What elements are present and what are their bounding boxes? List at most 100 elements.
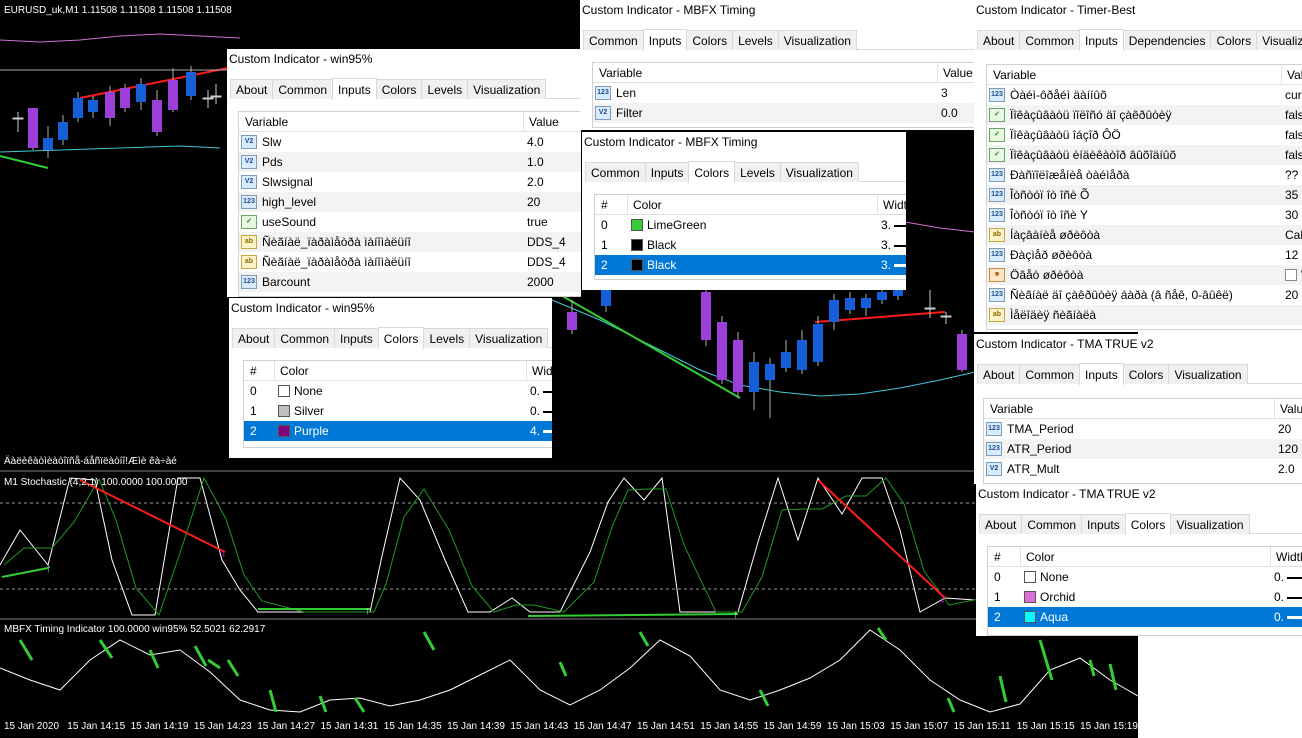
win95-colors-dialog[interactable]: Custom Indicator - win95% About Common Inpu… bbox=[229, 298, 552, 458]
value-cell[interactable]: Calibri bbox=[1285, 225, 1302, 245]
tab-visualization[interactable]: Visualization bbox=[1168, 364, 1248, 384]
grid-row[interactable]: ✓ Ïîêàçûâàòü èíäèêàòîð âûõîäíûõ false bbox=[987, 145, 1302, 165]
property-grid[interactable]: Variable Value 123 TMA_Period 20 123 ATR_Perio… bbox=[983, 398, 1302, 484]
tab-inputs[interactable]: Inputs bbox=[644, 162, 690, 182]
column-header[interactable]: # bbox=[601, 195, 625, 215]
grid-row[interactable]: V2 Filter 0.0 bbox=[593, 103, 974, 123]
value-cell[interactable]: 2000 bbox=[527, 272, 581, 292]
variable-value[interactable]: DDS_4 bbox=[527, 255, 566, 269]
value-cell[interactable]: false bbox=[1285, 145, 1302, 165]
tab-colors[interactable]: Colors bbox=[1210, 30, 1258, 50]
color-cell[interactable]: Purple bbox=[278, 421, 524, 441]
color-cell[interactable]: Black bbox=[631, 235, 875, 255]
stoch-trendline-green[interactable] bbox=[1, 567, 49, 578]
grid-row[interactable]: 123 Barcount 2000 bbox=[239, 272, 581, 292]
tab-visualization[interactable]: Visualization bbox=[779, 162, 859, 182]
value-cell[interactable]: 120 bbox=[1278, 439, 1302, 459]
grid-row[interactable]: 0 LimeGreen 3. bbox=[595, 215, 906, 235]
tab-inputs[interactable]: Inputs bbox=[334, 328, 379, 348]
tab-about[interactable]: About bbox=[977, 30, 1021, 50]
width-cell[interactable]: 0. bbox=[1274, 567, 1302, 587]
variable-value[interactable]: 30 bbox=[1285, 208, 1298, 222]
color-cell[interactable]: Black bbox=[631, 255, 875, 275]
value-cell[interactable]: DDS_4 bbox=[527, 252, 581, 272]
grid-row[interactable]: ✓ useSound true bbox=[239, 212, 581, 232]
value-cell[interactable]: 30 bbox=[1285, 205, 1302, 225]
column-header[interactable]: Value bbox=[1280, 399, 1302, 419]
width-cell[interactable]: 0. bbox=[1274, 587, 1302, 607]
tab-colors[interactable]: Colors bbox=[688, 161, 736, 183]
color-cell[interactable]: Silver bbox=[278, 401, 524, 421]
column-header[interactable]: Color bbox=[633, 195, 875, 215]
variable-value[interactable]: false bbox=[1285, 128, 1302, 142]
variable-value[interactable]: 2000 bbox=[527, 275, 554, 289]
variable-value[interactable]: 2.0 bbox=[1278, 462, 1295, 476]
variable-value[interactable]: 20 bbox=[1285, 288, 1298, 302]
grid-row[interactable]: V2 Slwsignal 2.0 bbox=[239, 172, 581, 192]
grid-row[interactable]: 123 Ðàñïîëîæåíèå òàéìåðà ?? ?? bbox=[987, 165, 1302, 185]
value-cell[interactable]: 3 bbox=[941, 83, 974, 103]
grid-row[interactable]: V2 Slw 4.0 bbox=[239, 132, 581, 152]
mbfx-colors-dialog[interactable]: Custom Indicator - MBFX Timing Common Inpu… bbox=[582, 132, 906, 290]
value-cell[interactable]: ?? ?? bbox=[1285, 165, 1302, 185]
grid-row[interactable]: ✓ Ïîêàçûâàòü îáçîð ÔÖ false bbox=[987, 125, 1302, 145]
grid-row[interactable]: ab Ñèãíàë_ïàðàìåòðà ìàíîìàëüíî DDS_4 bbox=[239, 252, 581, 272]
stoch-trendline-green[interactable] bbox=[527, 613, 739, 617]
grid-row[interactable]: 123 TMA_Period 20 bbox=[984, 419, 1302, 439]
width-cell[interactable]: 3. bbox=[881, 215, 906, 235]
tab-about[interactable]: About bbox=[977, 364, 1021, 384]
property-grid[interactable]: # Color Width 0 LimeGreen 3. 1 Black 3. 2 Black 3. bbox=[594, 194, 906, 280]
column-header[interactable]: Value bbox=[1287, 65, 1302, 85]
tab-visualization[interactable]: Visualization bbox=[777, 30, 857, 50]
tab-inputs[interactable]: Inputs bbox=[332, 78, 377, 100]
property-grid[interactable]: # Color Width 0 None 0. 1 Orchid 0. 2 Aqua 0. bbox=[987, 546, 1302, 636]
color-cell[interactable]: Orchid bbox=[1024, 587, 1268, 607]
variable-value[interactable]: 3 bbox=[941, 86, 948, 100]
value-cell[interactable]: false bbox=[1285, 125, 1302, 145]
grid-row[interactable]: V2 Pds 1.0 bbox=[239, 152, 581, 172]
tab-dependencies[interactable]: Dependencies bbox=[1122, 30, 1212, 50]
value-cell[interactable]: curren bbox=[1285, 85, 1302, 105]
value-cell[interactable]: 12 bbox=[1285, 245, 1302, 265]
value-cell[interactable]: false bbox=[1285, 105, 1302, 125]
tab-inputs[interactable]: Inputs bbox=[642, 29, 688, 51]
tab-common[interactable]: Common bbox=[274, 328, 336, 348]
grid-row[interactable]: ab Ñèãíàë_ïàðàìåòðà ìàíîìàëüíî DDS_4 bbox=[239, 232, 581, 252]
stoch-trendline-red[interactable] bbox=[817, 479, 946, 599]
variable-value[interactable]: 1.0 bbox=[527, 155, 544, 169]
variable-value[interactable]: Calibri bbox=[1285, 228, 1302, 242]
color-cell[interactable]: LimeGreen bbox=[631, 215, 875, 235]
value-cell[interactable]: 4.0 bbox=[527, 132, 581, 152]
tab-common[interactable]: Common bbox=[1019, 30, 1081, 50]
trendline-red[interactable] bbox=[79, 67, 229, 99]
tab-about[interactable]: About bbox=[230, 79, 274, 99]
value-cell[interactable]: 35 bbox=[1285, 185, 1302, 205]
tab-levels[interactable]: Levels bbox=[732, 30, 779, 50]
value-cell[interactable]: 0.0 bbox=[941, 103, 974, 123]
grid-row[interactable]: 1 Silver 0. bbox=[244, 401, 552, 421]
variable-value[interactable]: 2.0 bbox=[527, 175, 544, 189]
property-grid[interactable]: Variable Value 123 Òàéì-ôðåéì äàííûõ curren ✓… bbox=[986, 64, 1302, 330]
tab-levels[interactable]: Levels bbox=[423, 328, 471, 348]
tab-visualization[interactable]: Visualization bbox=[1170, 514, 1250, 534]
column-header[interactable]: Color bbox=[1026, 547, 1268, 567]
variable-value[interactable]: DDS_4 bbox=[527, 235, 566, 249]
grid-row[interactable]: 2 Purple 4. bbox=[244, 421, 552, 441]
tab-inputs[interactable]: Inputs bbox=[1079, 363, 1124, 385]
tab-inputs[interactable]: Inputs bbox=[1081, 514, 1126, 534]
variable-value[interactable]: 12 bbox=[1285, 248, 1298, 262]
color-cell[interactable]: Aqua bbox=[1024, 607, 1268, 627]
column-header[interactable]: Variable bbox=[993, 65, 1279, 85]
grid-row[interactable]: ab Íàçâàíèå øðèôòà Calibri bbox=[987, 225, 1302, 245]
column-header[interactable]: # bbox=[250, 361, 272, 381]
width-cell[interactable]: 0. bbox=[530, 381, 552, 401]
variable-value[interactable]: false bbox=[1285, 108, 1302, 122]
value-cell[interactable]: Wh bbox=[1285, 265, 1302, 285]
tab-visualization[interactable]: Visualization bbox=[467, 79, 547, 99]
variable-value[interactable]: true bbox=[527, 215, 548, 229]
trendline-green[interactable] bbox=[551, 289, 741, 399]
value-cell[interactable]: 20 bbox=[1285, 285, 1302, 305]
width-cell[interactable]: 3. bbox=[881, 255, 906, 275]
grid-row[interactable]: 123 high_level 20 bbox=[239, 192, 581, 212]
mbfx-inputs-dialog[interactable]: Custom Indicator - MBFX Timing Common Inpu… bbox=[580, 0, 974, 130]
